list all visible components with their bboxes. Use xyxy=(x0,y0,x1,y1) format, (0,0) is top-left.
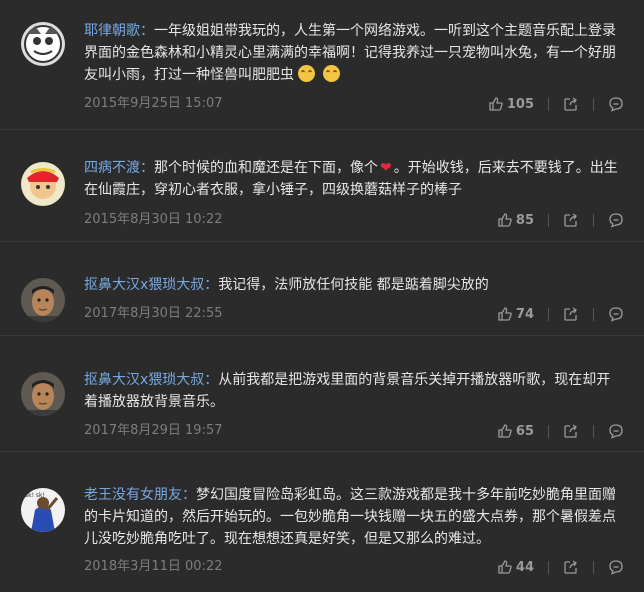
share-icon xyxy=(564,307,577,321)
username-colon: ： xyxy=(182,487,196,503)
divider xyxy=(593,560,594,574)
avatar[interactable]: sk! sk! xyxy=(21,488,65,532)
comment-text: 我记得，法师放任何技能 都是踮着脚尖放的 xyxy=(218,277,489,293)
comment-body: 抠鼻大汉x猥琐大叔：从前我都是把游戏里面的背景音乐关掉开播放器听歌，现在却开着播… xyxy=(84,369,624,413)
like-button[interactable]: 74 xyxy=(497,306,534,322)
thumbs-up-icon xyxy=(489,97,503,111)
thumbs-up-icon xyxy=(498,560,512,574)
username-colon: ： xyxy=(140,160,154,176)
reply-button[interactable] xyxy=(608,96,624,112)
crying-face-icon xyxy=(323,65,340,82)
like-count: 85 xyxy=(515,212,534,228)
comment-meta: 2018年3月11日 00:22 44 xyxy=(84,557,624,577)
comment-item: 抠鼻大汉x猥琐大叔：我记得，法师放任何技能 都是踮着脚尖放的 2017年8月30… xyxy=(0,242,644,336)
share-icon xyxy=(564,97,577,111)
reply-button[interactable] xyxy=(608,559,624,575)
comment-actions: 105 xyxy=(488,94,624,114)
like-button[interactable]: 44 xyxy=(497,559,534,575)
share-icon xyxy=(564,213,577,227)
avatar[interactable] xyxy=(21,278,65,322)
divider xyxy=(548,307,549,321)
comment-meta: 2015年8月30日 10:22 85 xyxy=(84,210,624,230)
comment-item: 抠鼻大汉x猥琐大叔：从前我都是把游戏里面的背景音乐关掉开播放器听歌，现在却开着播… xyxy=(0,336,644,452)
share-button[interactable] xyxy=(563,559,579,575)
comment-time: 2017年8月29日 19:57 xyxy=(84,423,223,438)
username-link[interactable]: 四病不渡 xyxy=(84,160,140,176)
comment-time: 2015年9月25日 15:07 xyxy=(84,96,223,111)
avatar[interactable] xyxy=(21,372,65,416)
comment-actions: 85 xyxy=(497,210,624,230)
share-icon xyxy=(564,560,577,574)
like-count: 65 xyxy=(515,423,534,439)
like-count: 74 xyxy=(515,306,534,322)
like-button[interactable]: 65 xyxy=(497,423,534,439)
username-colon: ： xyxy=(140,23,154,39)
reply-button[interactable] xyxy=(608,212,624,228)
comment-bubble-icon xyxy=(609,307,623,322)
comment-bubble-icon xyxy=(609,424,623,439)
thumbs-up-icon xyxy=(498,213,512,227)
comment-meta: 2015年9月25日 15:07 105 xyxy=(84,94,624,114)
username-link[interactable]: 抠鼻大汉x猥琐大叔 xyxy=(84,372,204,388)
heart-icon: ❤ xyxy=(380,160,392,176)
comment-bubble-icon xyxy=(609,97,623,112)
share-button[interactable] xyxy=(563,423,579,439)
share-button[interactable] xyxy=(563,212,579,228)
svg-text:sk! sk!: sk! sk! xyxy=(25,492,45,499)
divider xyxy=(548,213,549,227)
comment-body: 抠鼻大汉x猥琐大叔：我记得，法师放任何技能 都是踮着脚尖放的 xyxy=(84,274,624,296)
comment-bubble-icon xyxy=(609,560,623,575)
divider xyxy=(548,424,549,438)
like-count: 44 xyxy=(515,559,534,575)
thumbs-up-icon xyxy=(498,307,512,321)
share-icon xyxy=(564,424,577,438)
username-link[interactable]: 耶律朝歌 xyxy=(84,23,140,39)
username-colon: ： xyxy=(204,277,219,293)
divider xyxy=(548,97,549,111)
crying-face-icon xyxy=(298,65,315,82)
thumbs-up-icon xyxy=(498,424,512,438)
like-button[interactable]: 105 xyxy=(488,96,534,112)
comment-time: 2015年8月30日 10:22 xyxy=(84,212,223,227)
comment-bubble-icon xyxy=(609,213,623,228)
comment-item: sk! sk! 老王没有女朋友：梦幻国度冒险岛彩虹岛。这三款游戏都是我十多年前吃… xyxy=(0,452,644,592)
comment-meta: 2017年8月29日 19:57 65 xyxy=(84,421,624,441)
reply-button[interactable] xyxy=(608,306,624,322)
username-colon: ： xyxy=(204,372,219,388)
divider xyxy=(593,97,594,111)
divider xyxy=(548,560,549,574)
comment-actions: 74 xyxy=(497,304,624,324)
comment-body: 耶律朝歌：一年级姐姐带我玩的，人生第一个网络游戏。一听到这个主题音乐配上登录界面… xyxy=(84,20,624,86)
username-link[interactable]: 抠鼻大汉x猥琐大叔 xyxy=(84,277,204,293)
comment-time: 2017年8月30日 22:55 xyxy=(84,306,223,321)
comment-item: 耶律朝歌：一年级姐姐带我玩的，人生第一个网络游戏。一听到这个主题音乐配上登录界面… xyxy=(0,0,644,130)
comment-item: 四病不渡：那个时候的血和魔还是在下面，像个 ❤ 。开始收钱，后来去不要钱了。出生在仙… xyxy=(0,130,644,242)
share-button[interactable] xyxy=(563,306,579,322)
divider xyxy=(593,424,594,438)
comment-text: 那个时候的血和魔还是在下面，像个 xyxy=(154,160,378,176)
comment-actions: 65 xyxy=(497,421,624,441)
avatar[interactable] xyxy=(21,162,65,206)
comment-actions: 44 xyxy=(497,557,624,577)
comment-body: 老王没有女朋友：梦幻国度冒险岛彩虹岛。这三款游戏都是我十多年前吃妙脆角里面赠的卡… xyxy=(84,484,624,550)
share-button[interactable] xyxy=(563,96,579,112)
divider xyxy=(593,307,594,321)
comment-meta: 2017年8月30日 22:55 74 xyxy=(84,304,624,324)
comment-list: 耶律朝歌：一年级姐姐带我玩的，人生第一个网络游戏。一听到这个主题音乐配上登录界面… xyxy=(0,0,644,592)
like-button[interactable]: 85 xyxy=(497,212,534,228)
reply-button[interactable] xyxy=(608,423,624,439)
divider xyxy=(593,213,594,227)
comment-text: 一年级姐姐带我玩的，人生第一个网络游戏。一听到这个主题音乐配上登录界面的金色森林… xyxy=(84,23,616,83)
avatar[interactable] xyxy=(21,22,65,66)
comment-body: 四病不渡：那个时候的血和魔还是在下面，像个 ❤ 。开始收钱，后来去不要钱了。出生在仙… xyxy=(84,157,624,201)
like-count: 105 xyxy=(506,96,534,112)
username-link[interactable]: 老王没有女朋友 xyxy=(84,487,182,503)
comment-time: 2018年3月11日 00:22 xyxy=(84,559,223,574)
